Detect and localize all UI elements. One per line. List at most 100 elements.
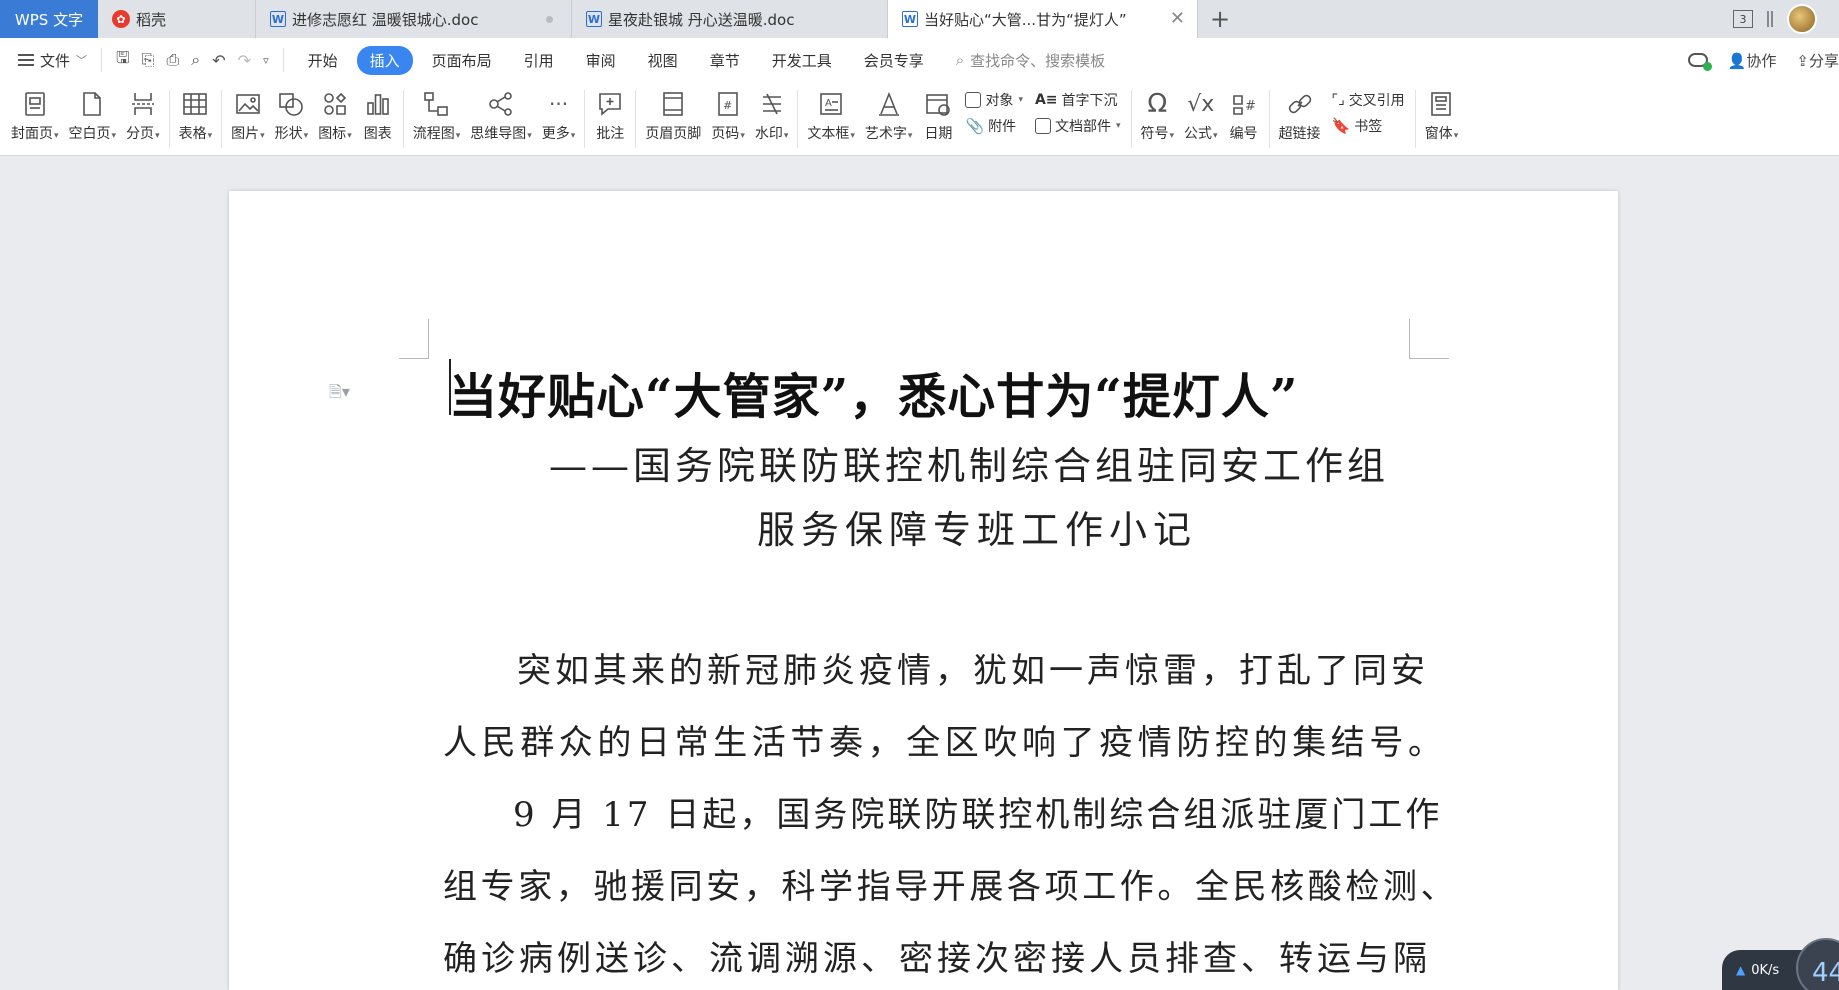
tab-label: 当好贴心“大管...甘为“提灯人” xyxy=(924,10,1127,29)
table-button[interactable]: 表格▾ xyxy=(174,82,218,143)
tab-developer[interactable]: 开发工具 xyxy=(759,46,845,75)
tab-view[interactable]: 视图 xyxy=(635,46,691,75)
hyperlink-label: 超链接 xyxy=(1278,126,1321,142)
wordart-button[interactable]: 艺术字▾ xyxy=(860,82,918,143)
print-preview-icon[interactable]: ⌕ xyxy=(191,50,200,70)
collab-button[interactable]: 👤协作 xyxy=(1728,50,1777,71)
document-subtitle-line2[interactable]: 服务保障专班工作小记 xyxy=(757,499,1197,554)
tabbar-right: 3 xyxy=(1733,0,1839,38)
cloud-sync-icon[interactable] xyxy=(1687,53,1712,71)
tab-section[interactable]: 章节 xyxy=(697,46,753,75)
daoke-icon: ✿ xyxy=(112,10,130,28)
redo-icon[interactable]: ↷ xyxy=(238,51,251,70)
save-icon[interactable]: 🖫 xyxy=(116,47,130,74)
file-menu-label: 文件 xyxy=(40,51,71,70)
object-button[interactable]: 对象 ▾ xyxy=(965,90,1023,110)
symbol-label: 符号 xyxy=(1140,126,1169,142)
docpart-label: 文档部件 xyxy=(1054,119,1111,135)
flowchart-label: 流程图 xyxy=(412,126,455,142)
tab-member[interactable]: 会员专享 xyxy=(851,46,937,75)
paragraph-layout-icon[interactable]: 🗎▾ xyxy=(329,381,350,408)
textbox-button[interactable]: A 文本框▾ xyxy=(802,82,860,143)
tab-page-layout[interactable]: 页面布局 xyxy=(419,46,505,75)
body-line[interactable]: 突如其来的新冠肺炎疫情，犹如一声惊雷，打乱了同安 xyxy=(517,643,1429,692)
word-doc-icon: W xyxy=(902,11,918,27)
watermark-button[interactable]: 水印▾ xyxy=(750,82,794,143)
crossref-icon: ⌜⌟ xyxy=(1331,92,1345,108)
tab-doc-2[interactable]: W 星夜赴银城 丹心送温暖.doc xyxy=(572,0,888,38)
flowchart-button[interactable]: 流程图▾ xyxy=(408,82,466,143)
object-attachment-group: 对象 ▾ 📎 附件 xyxy=(959,82,1029,136)
sidebar-toggle-icon[interactable] xyxy=(1767,11,1773,27)
page-number-button[interactable]: # 页码▾ xyxy=(706,82,750,143)
document-page[interactable]: 🗎▾ 当好贴心“大管家”，悉心甘为“提灯人” ——国务院联防联控机制综合组驻同安… xyxy=(229,191,1618,990)
tab-insert[interactable]: 插入 xyxy=(356,45,413,75)
icon-library-label: 图标 xyxy=(318,126,347,142)
numbering-button[interactable]: # 编号 xyxy=(1223,82,1265,143)
docpart-icon xyxy=(1034,118,1051,134)
body-line[interactable]: 人民群众的日常生活节奏，全区吹响了疫情防控的集结号。 xyxy=(443,715,1447,764)
attachment-button[interactable]: 📎 附件 xyxy=(965,116,1023,136)
close-icon[interactable]: ✕ xyxy=(1170,8,1185,29)
hamburger-icon xyxy=(18,54,34,66)
chart-button[interactable]: 图表 xyxy=(357,82,399,143)
command-search[interactable]: ⌕ 查找命令、搜索模板 xyxy=(956,50,1105,71)
page-number-icon: # xyxy=(712,88,744,120)
bookmark-button[interactable]: 🔖 书签 xyxy=(1332,116,1405,136)
cover-page-button[interactable]: 封面页▾ xyxy=(6,82,64,143)
body-line[interactable]: 组专家，驰援同安，科学指导开展各项工作。全民核酸检测、 xyxy=(443,859,1458,908)
document-subtitle[interactable]: ——国务院联防联控机制综合组驻同安工作组 xyxy=(549,435,1389,490)
tab-doc-3[interactable]: W 当好贴心“大管...甘为“提灯人” ✕ xyxy=(888,0,1198,38)
tab-references[interactable]: 引用 xyxy=(511,46,567,75)
comment-button[interactable]: 批注 xyxy=(589,82,631,143)
margin-corner-top-left xyxy=(399,319,429,359)
page-break-button[interactable]: 分页▾ xyxy=(121,82,165,143)
mindmap-button[interactable]: 思维导图▾ xyxy=(465,82,537,143)
more-button[interactable]: ··· 更多▾ xyxy=(537,82,581,143)
tab-daoke[interactable]: ✿ 稻壳 xyxy=(98,0,256,38)
calendar-icon xyxy=(922,88,954,120)
search-placeholder: 查找命令、搜索模板 xyxy=(970,51,1106,70)
dropcap-icon: A≡ xyxy=(1034,92,1058,108)
new-tab-button[interactable]: + xyxy=(1198,0,1242,38)
header-footer-icon xyxy=(657,88,689,120)
divider xyxy=(402,90,404,148)
symbol-button[interactable]: Ω 符号▾ xyxy=(1136,82,1180,143)
upload-arrow-icon: ▲ xyxy=(1736,963,1746,977)
formula-icon: √x xyxy=(1187,91,1215,117)
dropcap-button[interactable]: A≡ 首字下沉 xyxy=(1035,90,1121,110)
share-button[interactable]: ⇪分享 xyxy=(1796,50,1839,71)
form-button[interactable]: 窗体▾ xyxy=(1420,82,1464,143)
avatar[interactable] xyxy=(1787,4,1817,34)
crossref-button[interactable]: ⌜⌟ 交叉引用 xyxy=(1332,90,1405,110)
picture-button[interactable]: 图片▾ xyxy=(226,82,270,143)
tab-home[interactable]: 开始 xyxy=(295,46,351,75)
shape-button[interactable]: 形状▾ xyxy=(270,82,314,143)
file-menu[interactable]: 文件 ﹀ xyxy=(0,50,101,71)
menu-bar: 文件 ﹀ 🖫 ⎘ ⎙ ⌕ ↶ ↷ ▿ 开始 插入 页面布局 引用 审阅 视图 章… xyxy=(0,38,1839,82)
icon-library-button[interactable]: 图标▾ xyxy=(313,82,357,143)
speed-badge[interactable]: 44 xyxy=(1796,938,1839,990)
document-title[interactable]: 当好贴心“大管家”，悉心甘为“提灯人” xyxy=(449,357,1399,427)
margin-corner-top-right xyxy=(1409,319,1449,359)
header-footer-button[interactable]: 页眉页脚 xyxy=(640,82,706,143)
blank-page-button[interactable]: 空白页▾ xyxy=(64,82,122,143)
tab-doc-1[interactable]: W 进修志愿红 温暖银城心.doc xyxy=(256,0,572,38)
app-tab[interactable]: WPS 文字 xyxy=(0,0,98,38)
export-icon[interactable]: ⎘ xyxy=(142,50,155,70)
tab-review[interactable]: 审阅 xyxy=(573,46,629,75)
divider xyxy=(584,90,586,148)
date-button[interactable]: 日期 xyxy=(917,82,959,143)
window-count-icon[interactable]: 3 xyxy=(1733,10,1753,28)
shape-label: 形状 xyxy=(274,126,303,142)
formula-button[interactable]: √x 公式▾ xyxy=(1179,82,1223,143)
customize-icon[interactable]: ▿ xyxy=(263,54,269,67)
body-line[interactable]: 确诊病例送诊、流调溯源、密接次密接人员排查、转运与隔 xyxy=(443,931,1431,980)
textbox-label: 文本框 xyxy=(807,126,850,142)
print-icon[interactable]: ⎙ xyxy=(166,50,179,70)
bookmark-label: 书签 xyxy=(1354,119,1383,135)
body-line[interactable]: 9 月 17 日起，国务院联防联控机制综合组派驻厦门工作 xyxy=(513,787,1442,836)
hyperlink-button[interactable]: 超链接 xyxy=(1274,82,1326,143)
docpart-button[interactable]: 文档部件 ▾ xyxy=(1034,116,1121,136)
undo-icon[interactable]: ↶ xyxy=(212,51,225,70)
